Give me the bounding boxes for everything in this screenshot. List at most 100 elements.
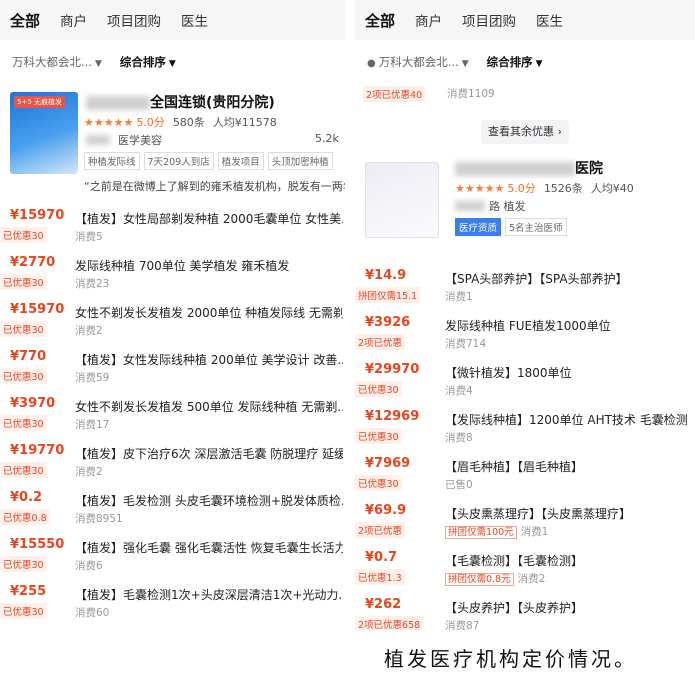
- deal-row[interactable]: ¥0.7 已优惠1.3 【毛囊检测】【毛囊检测】 拼团仅需0.8元 消费2: [355, 546, 695, 593]
- sold-info: 消费5: [75, 229, 103, 244]
- blurred-name: [86, 96, 150, 110]
- sold-info: 消费87: [445, 618, 479, 630]
- deal-row[interactable]: ¥262 2项已优惠658 【头皮养护】【头皮养护】 消费87: [355, 593, 695, 630]
- discount-badge: 已优惠30: [355, 428, 402, 444]
- rating-score: 5.0分: [507, 182, 536, 195]
- chevron-down-icon: ▼: [461, 59, 469, 69]
- discount-badge: 已优惠30: [0, 321, 47, 337]
- deal-row[interactable]: ¥29970 已优惠30 【微针植发】1800单位 消费4: [355, 358, 695, 405]
- deal-name: 发际线种植 FUE植发1000单位: [445, 319, 611, 333]
- deal-row[interactable]: ¥15970 已优惠30 女性不剃发长发植发 2000单位 种植发际线 无需剃头 消费…: [0, 298, 345, 345]
- blurred-address: [86, 135, 110, 145]
- tab-doctors[interactable]: 医生: [536, 10, 563, 30]
- sort-filter[interactable]: 综合排序 ▼: [487, 54, 543, 70]
- sold-count: 消费8951: [75, 513, 123, 525]
- sold-count: 消费2: [75, 466, 103, 478]
- deal-row[interactable]: ¥3926 2项已优惠 发际线种植 FUE植发1000单位 消费714: [355, 311, 695, 358]
- sold-info: 消费2: [75, 323, 103, 338]
- tab-all[interactable]: 全部: [365, 10, 395, 31]
- rating-row: ★★★★★ 5.0分 1526条 人均¥40: [455, 180, 634, 196]
- sold-info: 消费23: [75, 276, 109, 291]
- discount-badge: 已优惠30: [0, 556, 47, 572]
- shop-card[interactable]: 5+5 无痕植发 全国连锁(贵阳分院) ★★★★★ 5.0分 580条 人均¥1157…: [10, 84, 345, 204]
- sold-info: 消费714: [445, 336, 486, 351]
- star-icon: ★★★★★: [455, 182, 505, 195]
- deal-row[interactable]: 2项已优惠40 消费1109: [355, 84, 695, 110]
- sold-count: 消费59: [75, 372, 110, 384]
- deal-price: ¥3926: [365, 315, 411, 330]
- deal-row[interactable]: ¥15970 已优惠30 【植发】女性局部剃发种植 2000毛囊单位 女性美... 消…: [0, 204, 345, 251]
- location-filter[interactable]: 万科大都会北... ▼: [12, 54, 102, 70]
- avg-price: 人均¥40: [590, 182, 634, 195]
- deal-row[interactable]: ¥3970 已优惠30 女性不剃发长发植发 500单位 发际线种植 无需剃... 消费…: [0, 392, 345, 439]
- tab-group-deals[interactable]: 项目团购: [107, 10, 161, 30]
- tab-doctors[interactable]: 医生: [181, 10, 208, 30]
- shop-card[interactable]: 医院 ★★★★★ 5.0分 1526条 人均¥40 路 植发 医疗资质 5名主治医师: [365, 154, 695, 264]
- deal-price: ¥0.2: [10, 490, 43, 505]
- sold-info: 消费6: [75, 558, 103, 573]
- deal-name: 【植发】皮下治疗6次 深层激活毛囊 防脱理疗 延缓...: [75, 447, 343, 461]
- sold-count: 消费714: [445, 338, 487, 350]
- location-pin-icon: ●: [367, 58, 376, 69]
- see-more-deals-button[interactable]: 查看其余优惠 ›: [481, 120, 569, 144]
- discount-badge: 已优惠30: [355, 381, 402, 397]
- sold-info: 消费17: [75, 417, 109, 432]
- sold-count: 消费4: [445, 385, 473, 397]
- shop-category: 路 植发: [489, 200, 526, 213]
- deal-price: ¥770: [10, 349, 47, 364]
- location-label: 万科大都会北...: [12, 55, 92, 69]
- deal-name: 【眉毛种植】【眉毛种植】: [445, 460, 584, 474]
- shop-review: “之前是在微博上了解到的雍禾植发机构，脱发有一两年...: [84, 180, 345, 193]
- deal-row[interactable]: ¥770 已优惠30 【植发】女性发际线种植 200单位 美学设计 改善... 消费5…: [0, 345, 345, 392]
- shop-tag: 头顶加密种植: [267, 152, 333, 170]
- tab-merchants[interactable]: 商户: [415, 10, 442, 30]
- deal-name: 【植发】女性发际线种植 200单位 美学设计 改善...: [75, 353, 343, 367]
- sold-info: 已售0: [445, 477, 473, 492]
- shop-tag: 植发项目: [217, 152, 264, 170]
- sold-info: 消费8951: [75, 511, 123, 526]
- deal-list: ¥14.9 拼团仅需15.1 【SPA头部养护】【SPA头部养护】 消费1 ¥3926 2…: [355, 264, 695, 630]
- deal-price: ¥7969: [365, 456, 411, 471]
- sort-label: 综合排序: [119, 55, 166, 69]
- right-screenshot: 全部 商户 项目团购 医生 ● 万科大都会北... ▼ 综合排序 ▼ 2项已优惠40 …: [355, 0, 695, 630]
- category-tabs: 全部 商户 项目团购 医生: [355, 0, 695, 40]
- caption: 植发医疗机构定价情况。: [384, 647, 637, 671]
- star-icon: ★★★★★: [84, 116, 134, 129]
- sort-filter[interactable]: 综合排序 ▼: [120, 54, 176, 70]
- shop-name: 全国连锁(贵阳分院): [150, 95, 275, 111]
- tab-merchants[interactable]: 商户: [60, 10, 87, 30]
- discount-badge: 已优惠30: [0, 603, 47, 619]
- see-more-label: 查看其余优惠: [488, 125, 555, 138]
- shop-stamp: 5+5 无痕植发: [14, 96, 65, 108]
- deal-row[interactable]: ¥2770 已优惠30 发际线种植 700单位 美学植发 雍禾植发 消费23: [0, 251, 345, 298]
- filter-bar: 万科大都会北... ▼ 综合排序 ▼: [0, 40, 345, 84]
- deal-row[interactable]: ¥7969 已优惠30 【眉毛种植】【眉毛种植】 已售0: [355, 452, 695, 499]
- sold-count: 消费8: [445, 432, 473, 444]
- location-filter[interactable]: ● 万科大都会北... ▼: [367, 54, 469, 70]
- discount-badge: 2项已优惠658: [355, 616, 424, 630]
- discount-badge: 已优惠30: [0, 368, 47, 384]
- deal-row[interactable]: ¥12969 已优惠30 【发际线种植】1200单位 AHT技术 毛囊检测 消费8: [355, 405, 695, 452]
- deal-row[interactable]: ¥255 已优惠30 【植发】毛囊检测1次+头皮深层清洁1次+光动力... 消费60: [0, 580, 345, 627]
- deal-row[interactable]: ¥0.2 已优惠0.8 【植发】毛发检测 头皮毛囊环境检测+脱发体质检... 消费89…: [0, 486, 345, 533]
- review-count: 580条: [172, 116, 205, 129]
- deal-name: 发际线种植 700单位 美学植发 雍禾植发: [75, 259, 290, 273]
- deal-row[interactable]: ¥69.9 2项已优惠 【头皮熏蒸理疗】【头皮熏蒸理疗】 拼团仅需100元 消费1: [355, 499, 695, 546]
- left-screenshot: 全部 商户 项目团购 医生 万科大都会北... ▼ 综合排序 ▼ 5+5 无痕植发 …: [0, 0, 345, 630]
- tab-group-deals[interactable]: 项目团购: [462, 10, 516, 30]
- deal-name: 女性不剃发长发植发 500单位 发际线种植 无需剃...: [75, 400, 343, 414]
- shop-thumbnail: 5+5 无痕植发: [10, 92, 78, 174]
- chevron-down-icon: ▼: [168, 59, 176, 69]
- deal-row[interactable]: ¥19770 已优惠30 【植发】皮下治疗6次 深层激活毛囊 防脱理疗 延缓... 消…: [0, 439, 345, 486]
- deal-name: 【植发】强化毛囊 强化毛囊活性 恢复毛囊生长活力...: [75, 541, 343, 555]
- deal-price: ¥15970: [10, 208, 65, 223]
- sold-info: 消费2: [75, 464, 103, 479]
- sold-count: 消费1: [520, 526, 549, 538]
- sold-count: 消费60: [75, 607, 110, 619]
- deal-row[interactable]: ¥15550 已优惠30 【植发】强化毛囊 强化毛囊活性 恢复毛囊生长活力... 消费…: [0, 533, 345, 580]
- sort-label: 综合排序: [486, 55, 533, 69]
- tab-all[interactable]: 全部: [10, 10, 40, 31]
- sold-info: 消费60: [75, 605, 109, 620]
- deal-name: 女性不剃发长发植发 2000单位 种植发际线 无需剃头: [75, 306, 343, 320]
- deal-row[interactable]: ¥14.9 拼团仅需15.1 【SPA头部养护】【SPA头部养护】 消费1: [355, 264, 695, 311]
